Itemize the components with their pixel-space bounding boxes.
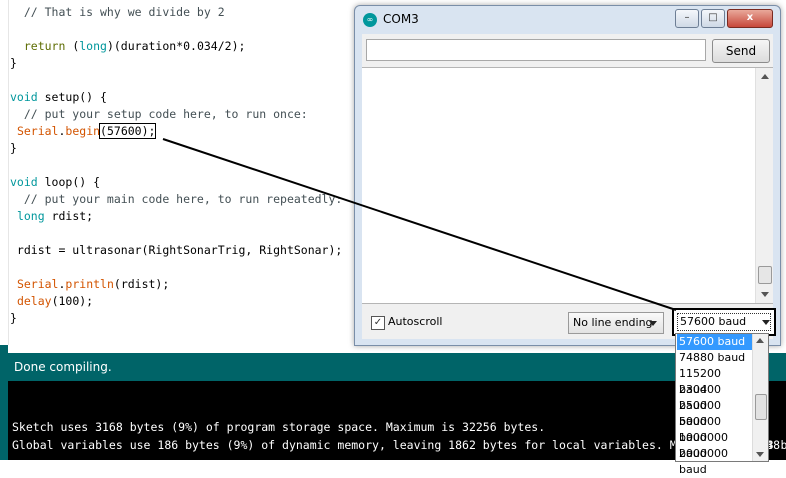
scroll-down-icon[interactable] [756, 452, 764, 457]
scroll-up-icon[interactable] [761, 74, 769, 79]
highlighted-baud-value: 57600 [106, 124, 142, 138]
scroll-up-icon[interactable] [756, 338, 764, 343]
window-title: COM3 [383, 12, 419, 26]
baud-option[interactable]: 57600 baud [677, 334, 752, 350]
code-line[interactable]: void loop() { [10, 174, 100, 191]
baud-option[interactable]: 74880 baud [677, 350, 752, 366]
title-bar[interactable]: ∞ COM3 – □ x [355, 6, 780, 34]
output-scrollbar[interactable] [755, 68, 773, 303]
baud-option[interactable]: 1000000 baud [677, 430, 752, 460]
code-line-function: begin [65, 124, 101, 138]
minimize-button[interactable]: – [675, 9, 699, 28]
status-bar: Done compiling. [8, 353, 786, 381]
autoscroll-checkbox[interactable]: ✓ [371, 316, 385, 330]
baud-option[interactable]: 250000 baud [677, 398, 752, 428]
console-output[interactable]: Sketch uses 3168 bytes (9%) of program s… [8, 381, 786, 460]
code-line-type: void [10, 90, 38, 104]
serial-output-area[interactable] [362, 67, 773, 304]
code-line[interactable]: Serial.println(rdist); [10, 276, 169, 293]
code-line-keyword: return [10, 39, 66, 53]
code-line[interactable]: } [10, 310, 17, 327]
code-line[interactable]: // That is why we divide by 2 [10, 4, 225, 21]
arduino-icon: ∞ [363, 13, 377, 27]
chevron-down-icon [649, 321, 657, 326]
code-line[interactable]: return (long)(duration*0.034/2); [10, 38, 246, 55]
code-line[interactable]: } [10, 140, 17, 157]
send-input[interactable] [366, 39, 706, 61]
console-line: Global variables use 186 bytes (9%) of d… [12, 438, 786, 452]
code-line-type: void [10, 175, 38, 189]
console-line: Sketch uses 3168 bytes (9%) of program s… [12, 420, 546, 434]
code-line[interactable]: rdist = ultrasonar(RightSonarTrig, Right… [10, 242, 342, 259]
left-strip [0, 345, 8, 460]
chevron-down-icon [762, 320, 770, 325]
editor-bottom-margin [0, 345, 786, 353]
baud-rate-select[interactable]: 57600 baud [672, 308, 776, 336]
code-line[interactable]: Serial.begin(57600); [10, 123, 157, 140]
baud-option[interactable]: 230400 baud [677, 382, 752, 412]
code-line-type: long [16, 209, 45, 223]
highlighted-baud-call: (57600); [99, 123, 157, 139]
dropdown-scrollbar[interactable] [752, 334, 768, 461]
serial-monitor-body: Send ✓ Autoscroll No line ending [362, 34, 773, 339]
baud-rate-dropdown[interactable]: 57600 baud 74880 baud 115200 baud 230400… [675, 333, 769, 476]
editor-gutter [0, 0, 9, 345]
code-line-function: println [65, 277, 114, 291]
line-ending-value: No line ending [573, 316, 653, 329]
code-line[interactable]: delay(100); [10, 293, 93, 310]
code-line[interactable]: } [10, 55, 17, 72]
code-line-function: Serial [16, 124, 59, 138]
scroll-thumb[interactable] [755, 394, 767, 420]
status-message: Done compiling. [14, 360, 112, 374]
code-line[interactable]: void setup() { [10, 89, 107, 106]
baud-option[interactable]: 115200 baud [677, 366, 752, 396]
code-line-function: delay [16, 294, 52, 308]
code-line-function: Serial [16, 277, 59, 291]
serial-monitor-window[interactable]: ∞ COM3 – □ x Send ✓ Autoscroll No line e… [354, 5, 781, 346]
code-line[interactable]: // put your setup code here, to run once… [10, 106, 308, 123]
close-button[interactable]: x [727, 9, 773, 28]
autoscroll-label[interactable]: Autoscroll [388, 315, 442, 328]
scroll-down-icon[interactable] [761, 292, 769, 297]
maximize-button[interactable]: □ [701, 9, 725, 28]
code-line[interactable]: // put your main code here, to run repea… [10, 191, 343, 208]
baud-option[interactable]: 500000 baud [677, 414, 752, 444]
baud-rate-value: 57600 baud [677, 313, 771, 331]
code-line[interactable]: long rdist; [10, 208, 93, 225]
line-ending-select[interactable]: No line ending [568, 312, 664, 334]
code-line-type: long [79, 39, 107, 53]
scroll-thumb[interactable] [758, 266, 772, 284]
send-button[interactable]: Send [712, 39, 770, 63]
